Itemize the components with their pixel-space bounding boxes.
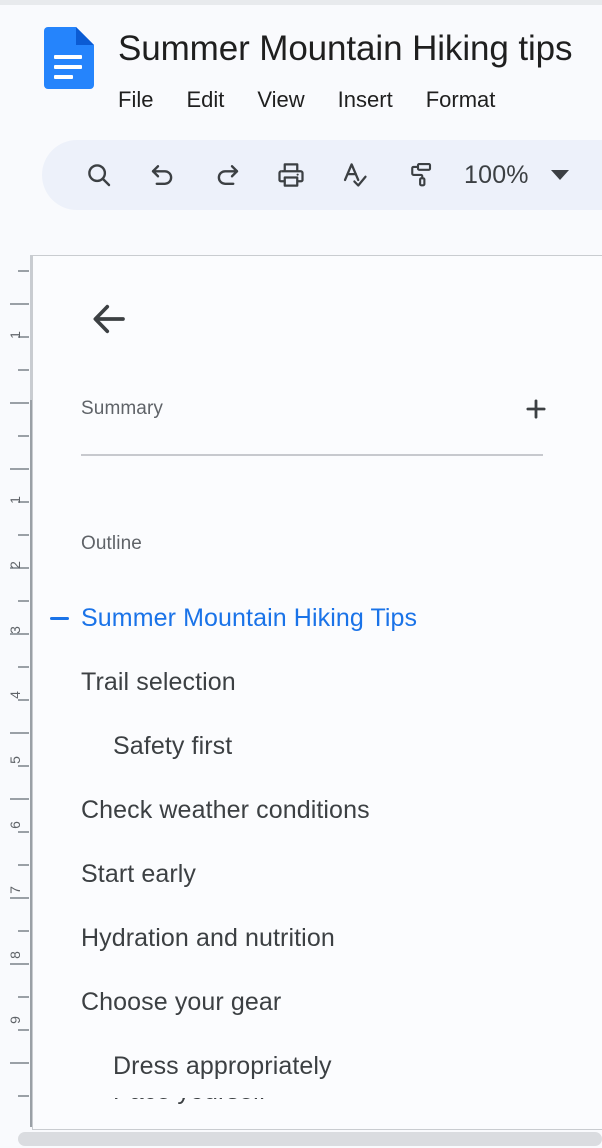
outline-item-label: Check weather conditions — [81, 796, 370, 824]
spellcheck-icon[interactable] — [328, 148, 382, 202]
menu-bar: File Edit View Insert Format — [118, 80, 495, 120]
outline-item-safety-first[interactable]: Safety first — [33, 714, 602, 778]
vertical-ruler[interactable]: 1 1 2 3 4 5 6 7 8 9 — [0, 252, 32, 1130]
ruler-tick — [10, 402, 29, 404]
ruler-number: 4 — [7, 691, 23, 699]
ruler-number: 8 — [7, 951, 23, 959]
outline-item-label: Pace yourself — [33, 1098, 266, 1106]
zoom-level-dropdown[interactable]: 100% — [464, 160, 569, 190]
outline-item-label: Summer Mountain Hiking Tips — [81, 604, 418, 632]
collapse-minus-icon[interactable] — [50, 616, 69, 620]
outline-item-label: Hydration and nutrition — [81, 924, 335, 952]
back-arrow-icon[interactable] — [81, 291, 137, 347]
outline-item-label: Start early — [81, 860, 197, 888]
toolbar: 100% — [42, 140, 602, 210]
ruler-tick — [18, 270, 29, 272]
menu-item-insert[interactable]: Insert — [338, 80, 393, 120]
summary-label: Summary — [81, 398, 163, 419]
outline-item-label: Safety first — [113, 732, 233, 760]
ruler-tick — [10, 303, 29, 305]
document-page: Summary Outline Summer Mountain Hiking T… — [32, 255, 602, 1130]
menu-item-edit[interactable]: Edit — [186, 80, 224, 120]
outline-item-summer-mountain-hiking-tips[interactable]: Summer Mountain Hiking Tips — [33, 586, 602, 650]
outline-item-dress-appropriately[interactable]: Dress appropriately — [33, 1034, 602, 1098]
outline-item-choose-your-gear[interactable]: Choose your gear — [33, 970, 602, 1034]
outline-item-hydration-and-nutrition[interactable]: Hydration and nutrition — [33, 906, 602, 970]
ruler-tick — [10, 732, 29, 734]
outline-item-label: Choose your gear — [81, 988, 282, 1016]
ruler-tick — [18, 1095, 29, 1097]
document-title-row: Summer Mountain Hiking tips — [118, 23, 602, 75]
page-title[interactable]: Summer Mountain Hiking tips — [118, 29, 573, 68]
document-header: Summer Mountain Hiking tips File Edit Vi… — [0, 5, 602, 128]
horizontal-scrollbar-thumb[interactable] — [18, 1132, 602, 1146]
ruler-tick — [10, 1062, 29, 1064]
ruler-number: 1 — [7, 496, 23, 504]
ruler-tick — [18, 369, 29, 371]
horizontal-scrollbar-track[interactable] — [0, 1130, 602, 1148]
ruler-tick — [18, 600, 29, 602]
google-docs-icon[interactable] — [44, 27, 94, 89]
ruler-tick — [18, 534, 29, 536]
menu-item-view[interactable]: View — [257, 80, 304, 120]
ruler-number: 2 — [7, 561, 23, 569]
ruler-tick — [18, 864, 29, 866]
ruler-tick — [18, 435, 29, 437]
ruler-tick — [18, 930, 29, 932]
ruler-tick — [18, 996, 29, 998]
summary-divider — [81, 454, 543, 456]
search-icon[interactable] — [72, 148, 126, 202]
ruler-number: 9 — [7, 1016, 23, 1024]
ruler-tick — [10, 798, 29, 800]
outline-item-trail-selection[interactable]: Trail selection — [33, 650, 602, 714]
outline-list: Summer Mountain Hiking Tips Trail select… — [33, 586, 602, 1128]
outline-item-start-early[interactable]: Start early — [33, 842, 602, 906]
outline-item-check-weather-conditions[interactable]: Check weather conditions — [33, 778, 602, 842]
paint-format-icon[interactable] — [392, 148, 446, 202]
ruler-number: 3 — [7, 626, 23, 634]
summary-section-header: Summary — [81, 389, 555, 429]
ruler-number: 1 — [7, 331, 23, 339]
undo-icon[interactable] — [136, 148, 190, 202]
ruler-number: 5 — [7, 756, 23, 764]
ruler-tick — [10, 468, 29, 470]
outline-item-label: Dress appropriately — [113, 1052, 332, 1080]
outline-label: Outline — [81, 533, 142, 554]
ruler-number: 7 — [7, 886, 23, 894]
add-summary-button[interactable] — [517, 390, 555, 428]
menu-item-file[interactable]: File — [118, 80, 153, 120]
ruler-tick — [18, 666, 29, 668]
print-icon[interactable] — [264, 148, 318, 202]
chevron-down-icon — [550, 170, 569, 180]
redo-icon[interactable] — [200, 148, 254, 202]
outline-item-label: Trail selection — [81, 668, 236, 696]
zoom-level-value: 100% — [464, 161, 529, 189]
outline-item-pace-yourself[interactable]: Pace yourself — [33, 1098, 602, 1128]
menu-item-format[interactable]: Format — [426, 80, 496, 120]
ruler-number: 6 — [7, 821, 23, 829]
